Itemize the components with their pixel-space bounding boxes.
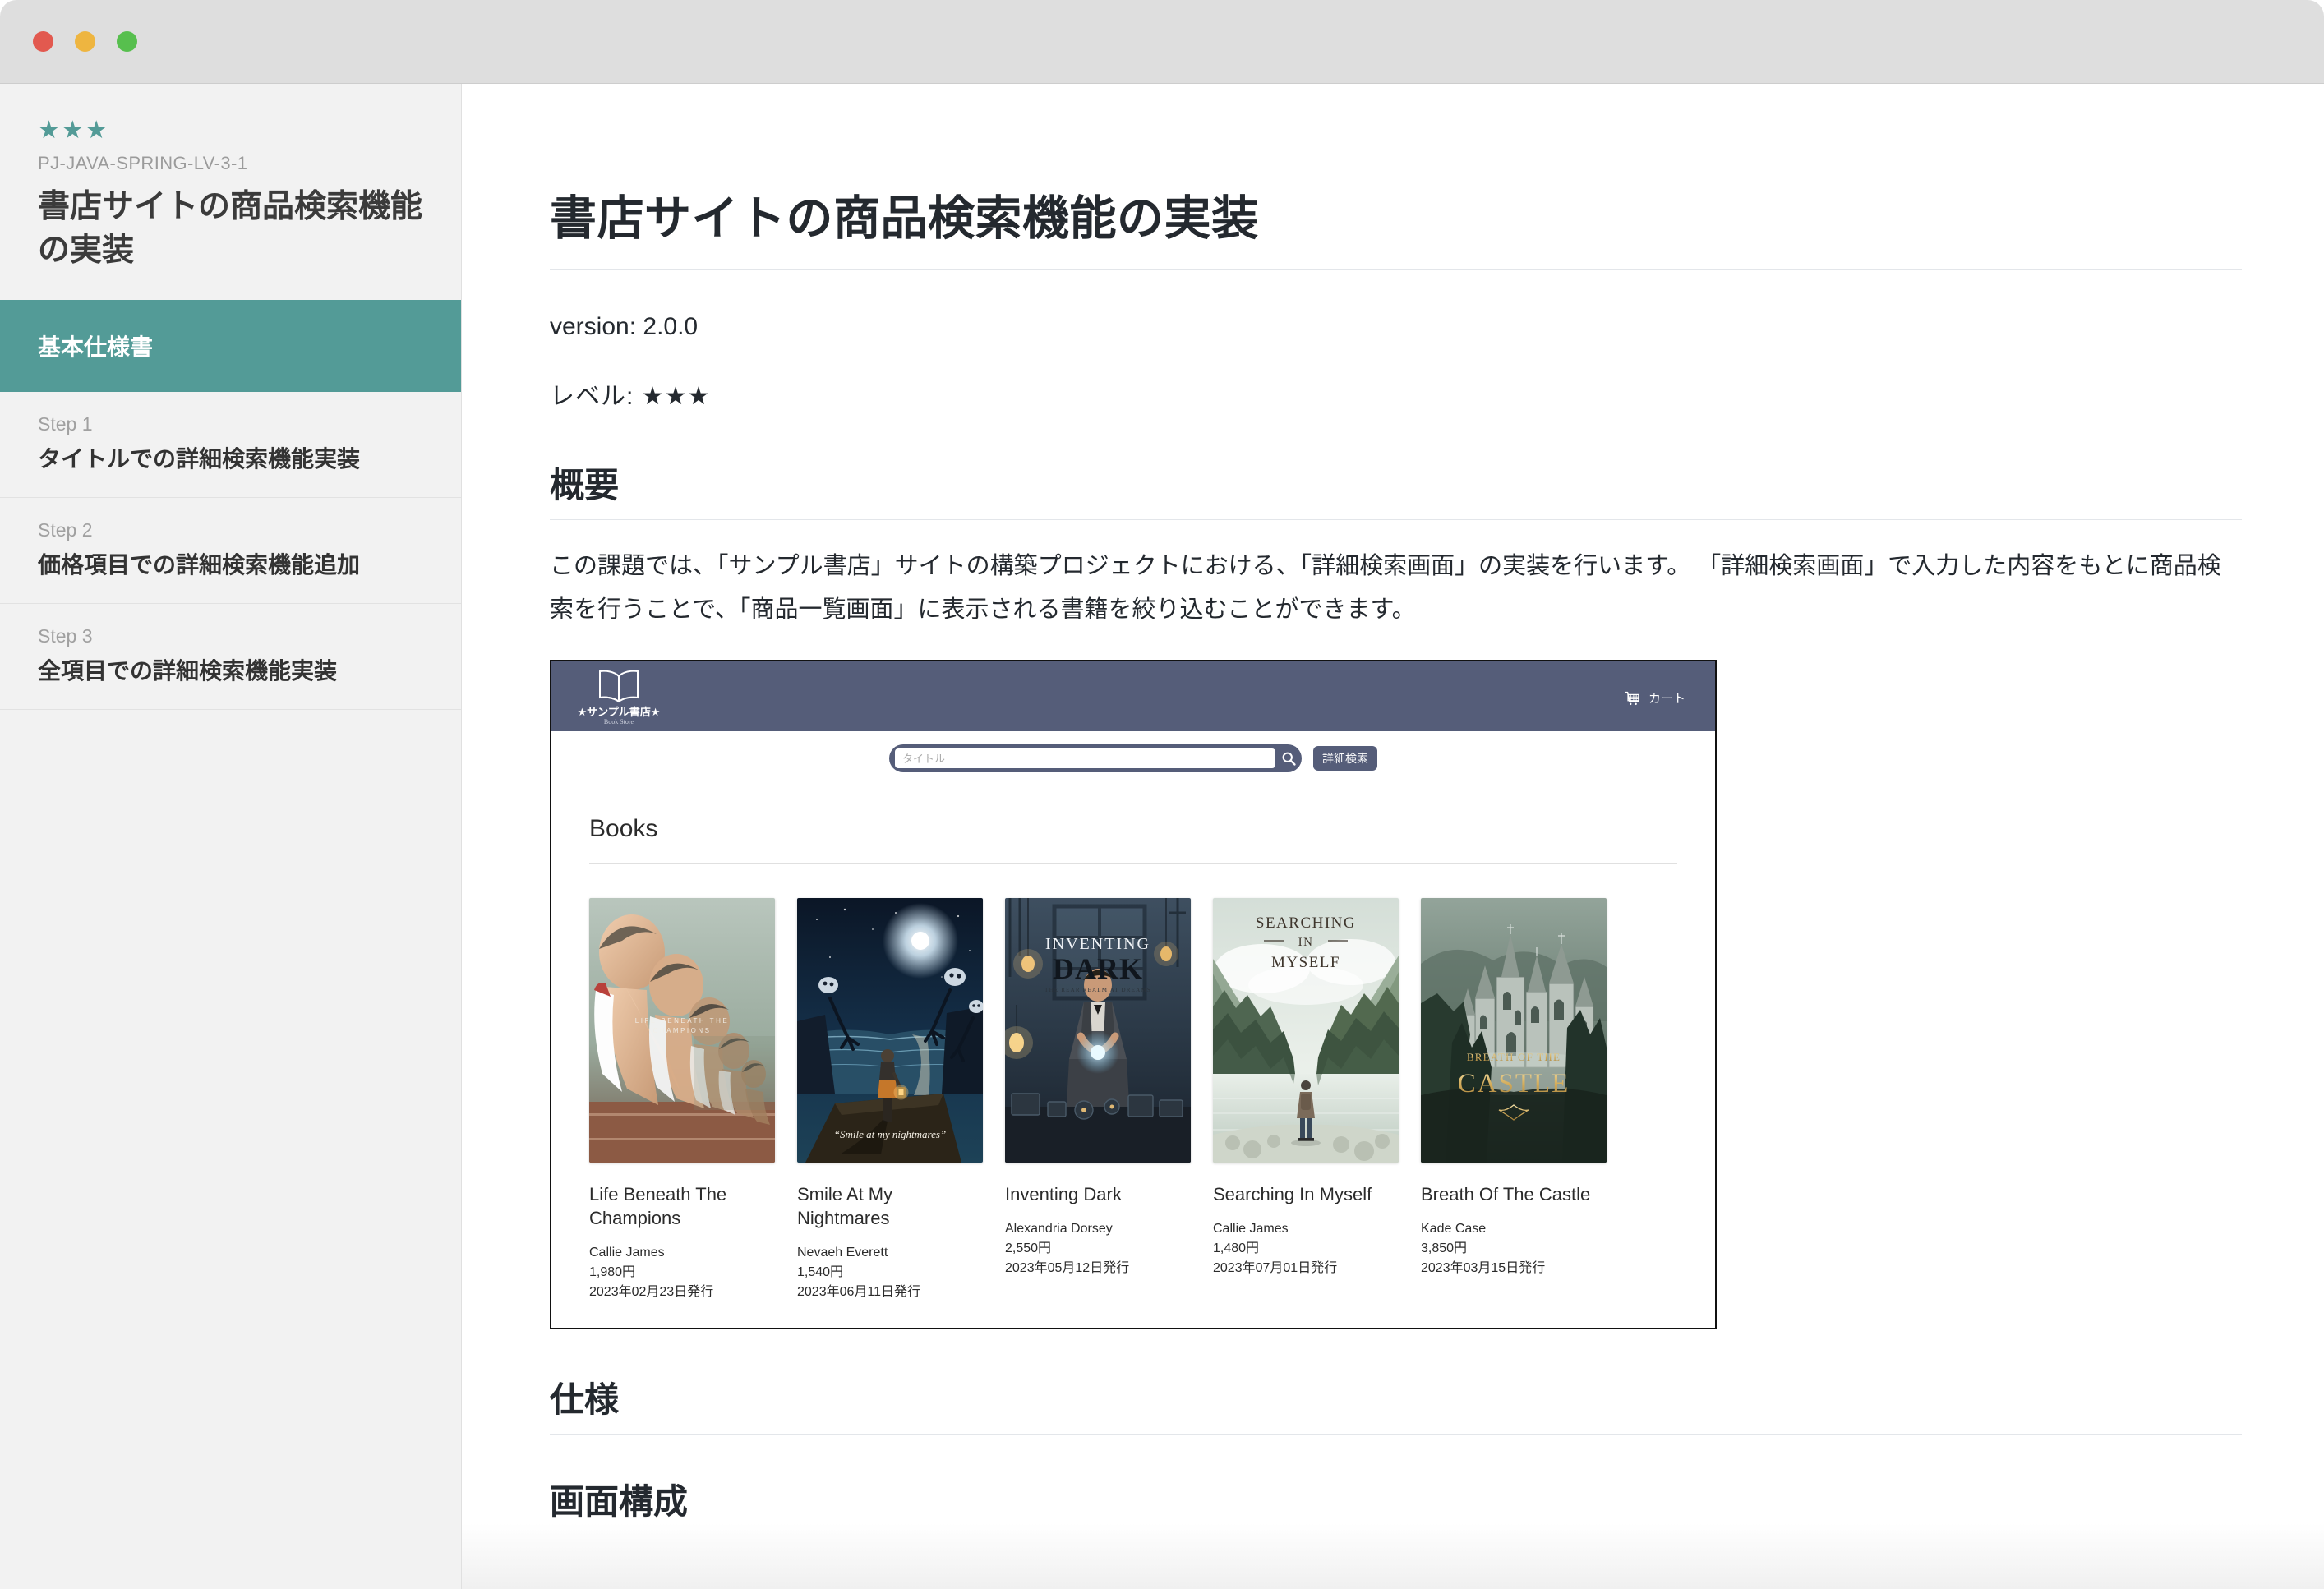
cart-label: カート	[1648, 689, 1685, 707]
spec-heading: 仕様	[550, 1372, 2242, 1435]
sidebar-item-label: タイトルでの詳細検索機能実装	[38, 441, 423, 474]
screen-composition-heading: 画面構成	[550, 1474, 2242, 1536]
app-window: ★★★ PJ-JAVA-SPRING-LV-3-1 書店サイトの商品検索機能の実…	[0, 0, 2324, 1589]
main-content: 書店サイトの商品検索機能の実装 version: 2.0.0 レベル: ★★★ …	[462, 84, 2324, 1589]
search-input[interactable]: タイトル	[895, 748, 1275, 768]
book-meta: Alexandria Dorsey 2,550円 2023年05月12日発行	[1005, 1219, 1191, 1279]
svg-text:SEARCHING: SEARCHING	[1256, 914, 1356, 932]
overview-heading: 概要	[550, 458, 2242, 520]
book-card[interactable]: “Smile at my nightmares” Smile At My Nig…	[797, 898, 983, 1303]
sidebar-header: ★★★ PJ-JAVA-SPRING-LV-3-1 書店サイトの商品検索機能の実…	[0, 84, 461, 300]
store-subtitle: Book Store	[604, 719, 634, 725]
book-date: 2023年03月15日発行	[1421, 1259, 1607, 1278]
minimize-button[interactable]	[75, 31, 95, 52]
svg-text:DARK: DARK	[1053, 952, 1143, 985]
traffic-lights	[33, 31, 137, 52]
book-price: 1,540円	[797, 1263, 983, 1283]
book-cover-inventor-holding-light-icon: INVENTING DARK THE REAR REALM AT DREAMS	[1005, 898, 1191, 1163]
book-card[interactable]: SEARCHING IN MYSELF Searching In Myself	[1213, 898, 1399, 1303]
advanced-search-button[interactable]: 詳細検索	[1313, 746, 1377, 771]
close-button[interactable]	[33, 31, 53, 52]
book-price: 3,850円	[1421, 1239, 1607, 1259]
book-title: Inventing Dark	[1005, 1182, 1191, 1206]
svg-text:CASTLE: CASTLE	[1458, 1069, 1570, 1098]
sidebar-step-number: Step 2	[38, 519, 423, 541]
sidebar-item-step-2[interactable]: Step 2 価格項目での詳細検索機能追加	[0, 498, 461, 604]
book-author: Callie James	[589, 1243, 775, 1263]
svg-text:INVENTING: INVENTING	[1045, 935, 1150, 953]
overview-paragraph: この課題では、「サンプル書店」サイトの構築プロジェクトにおける、「詳細検索画面」…	[550, 545, 2242, 632]
book-author: Kade Case	[1421, 1219, 1607, 1239]
store-name: ★サンプル書店★	[578, 707, 661, 717]
window-titlebar	[0, 0, 2324, 84]
level-line: レベル: ★★★	[550, 378, 2242, 415]
book-author: Nevaeh Everett	[797, 1243, 983, 1263]
sidebar-title: 書店サイトの商品検索機能の実装	[38, 186, 423, 272]
svg-text:BREATH OF THE: BREATH OF THE	[1467, 1051, 1561, 1063]
book-author: Callie James	[1213, 1219, 1399, 1239]
book-card[interactable]: INVENTING DARK THE REAR REALM AT DREAMS …	[1005, 898, 1191, 1303]
sidebar: ★★★ PJ-JAVA-SPRING-LV-3-1 書店サイトの商品検索機能の実…	[0, 84, 462, 1589]
svg-text:MYSELF: MYSELF	[1271, 954, 1340, 971]
store-logo[interactable]: ★サンプル書店★ Book Store	[573, 668, 665, 725]
book-date: 2023年05月12日発行	[1005, 1259, 1191, 1278]
book-meta: Kade Case 3,850円 2023年03月15日発行	[1421, 1219, 1607, 1279]
book-date: 2023年06月11日発行	[797, 1283, 983, 1302]
svg-text:CHAMPIONS: CHAMPIONS	[653, 1027, 712, 1034]
sidebar-item-basic-spec[interactable]: 基本仕様書	[0, 300, 461, 392]
book-title: Life Beneath The Champions	[589, 1182, 775, 1230]
search-pill: タイトル	[889, 744, 1302, 772]
open-book-icon	[596, 668, 642, 704]
books-grid: LIFE BENEATH THE CHAMPIONS Life Beneath …	[589, 898, 1677, 1303]
book-title: Searching In Myself	[1213, 1182, 1399, 1206]
sidebar-step-number: Step 3	[38, 625, 423, 647]
version-line: version: 2.0.0	[550, 308, 2242, 345]
svg-text:IN: IN	[1298, 936, 1314, 949]
maximize-button[interactable]	[117, 31, 137, 52]
book-title: Smile At My Nightmares	[797, 1182, 983, 1230]
store-search-bar: タイトル 詳細検索	[551, 731, 1715, 785]
search-placeholder: タイトル	[902, 750, 945, 766]
book-author: Alexandria Dorsey	[1005, 1219, 1191, 1239]
cart-button[interactable]: カート	[1624, 689, 1685, 707]
store-header: ★サンプル書店★ Book Store	[551, 661, 1715, 731]
book-price: 1,480円	[1213, 1239, 1399, 1259]
sidebar-step-number: Step 1	[38, 413, 423, 435]
book-date: 2023年02月23日発行	[589, 1283, 775, 1302]
book-card[interactable]: LIFE BENEATH THE CHAMPIONS Life Beneath …	[589, 898, 775, 1303]
book-price: 1,980円	[589, 1263, 775, 1283]
project-code: PJ-JAVA-SPRING-LV-3-1	[38, 153, 423, 174]
book-price: 2,550円	[1005, 1239, 1191, 1259]
cart-icon	[1624, 689, 1642, 707]
sidebar-item-step-3[interactable]: Step 3 全項目での詳細検索機能実装	[0, 604, 461, 710]
difficulty-stars: ★★★	[38, 118, 423, 143]
search-icon[interactable]	[1280, 750, 1297, 767]
svg-text:LIFE BENEATH THE: LIFE BENEATH THE	[635, 1017, 729, 1025]
books-heading: Books	[589, 815, 1677, 864]
book-meta: Nevaeh Everett 1,540円 2023年06月11日発行	[797, 1243, 983, 1303]
book-date: 2023年07月01日発行	[1213, 1259, 1399, 1278]
book-meta: Callie James 1,980円 2023年02月23日発行	[589, 1243, 775, 1303]
embedded-bookstore-screenshot: ★サンプル書店★ Book Store	[550, 660, 1717, 1329]
book-title: Breath Of The Castle	[1421, 1182, 1607, 1206]
window-body: ★★★ PJ-JAVA-SPRING-LV-3-1 書店サイトの商品検索機能の実…	[0, 84, 2324, 1589]
sidebar-item-label: 基本仕様書	[38, 329, 153, 362]
book-card[interactable]: BREATH OF THE CASTLE Breath Of The Castl…	[1421, 898, 1607, 1303]
page-title: 書店サイトの商品検索機能の実装	[550, 84, 2242, 270]
sidebar-item-label: 価格項目での詳細検索機能追加	[38, 547, 423, 580]
svg-text:THE REAR REALM AT DREAMS: THE REAR REALM AT DREAMS	[1044, 987, 1151, 993]
book-cover-runners-at-starting-line-icon: LIFE BENEATH THE CHAMPIONS	[589, 898, 775, 1163]
book-cover-gothic-castle-icon: BREATH OF THE CASTLE	[1421, 898, 1607, 1163]
book-meta: Callie James 1,480円 2023年07月01日発行	[1213, 1219, 1399, 1279]
book-cover-valley-lake-reflection-icon: SEARCHING IN MYSELF	[1213, 898, 1399, 1163]
store-content: Books	[551, 785, 1715, 1328]
book-cover-boy-with-lantern-icon: “Smile at my nightmares”	[797, 898, 983, 1163]
sidebar-item-step-1[interactable]: Step 1 タイトルでの詳細検索機能実装	[0, 392, 461, 498]
svg-text:“Smile at my nightmares”: “Smile at my nightmares”	[834, 1128, 946, 1140]
sidebar-item-label: 全項目での詳細検索機能実装	[38, 653, 423, 686]
